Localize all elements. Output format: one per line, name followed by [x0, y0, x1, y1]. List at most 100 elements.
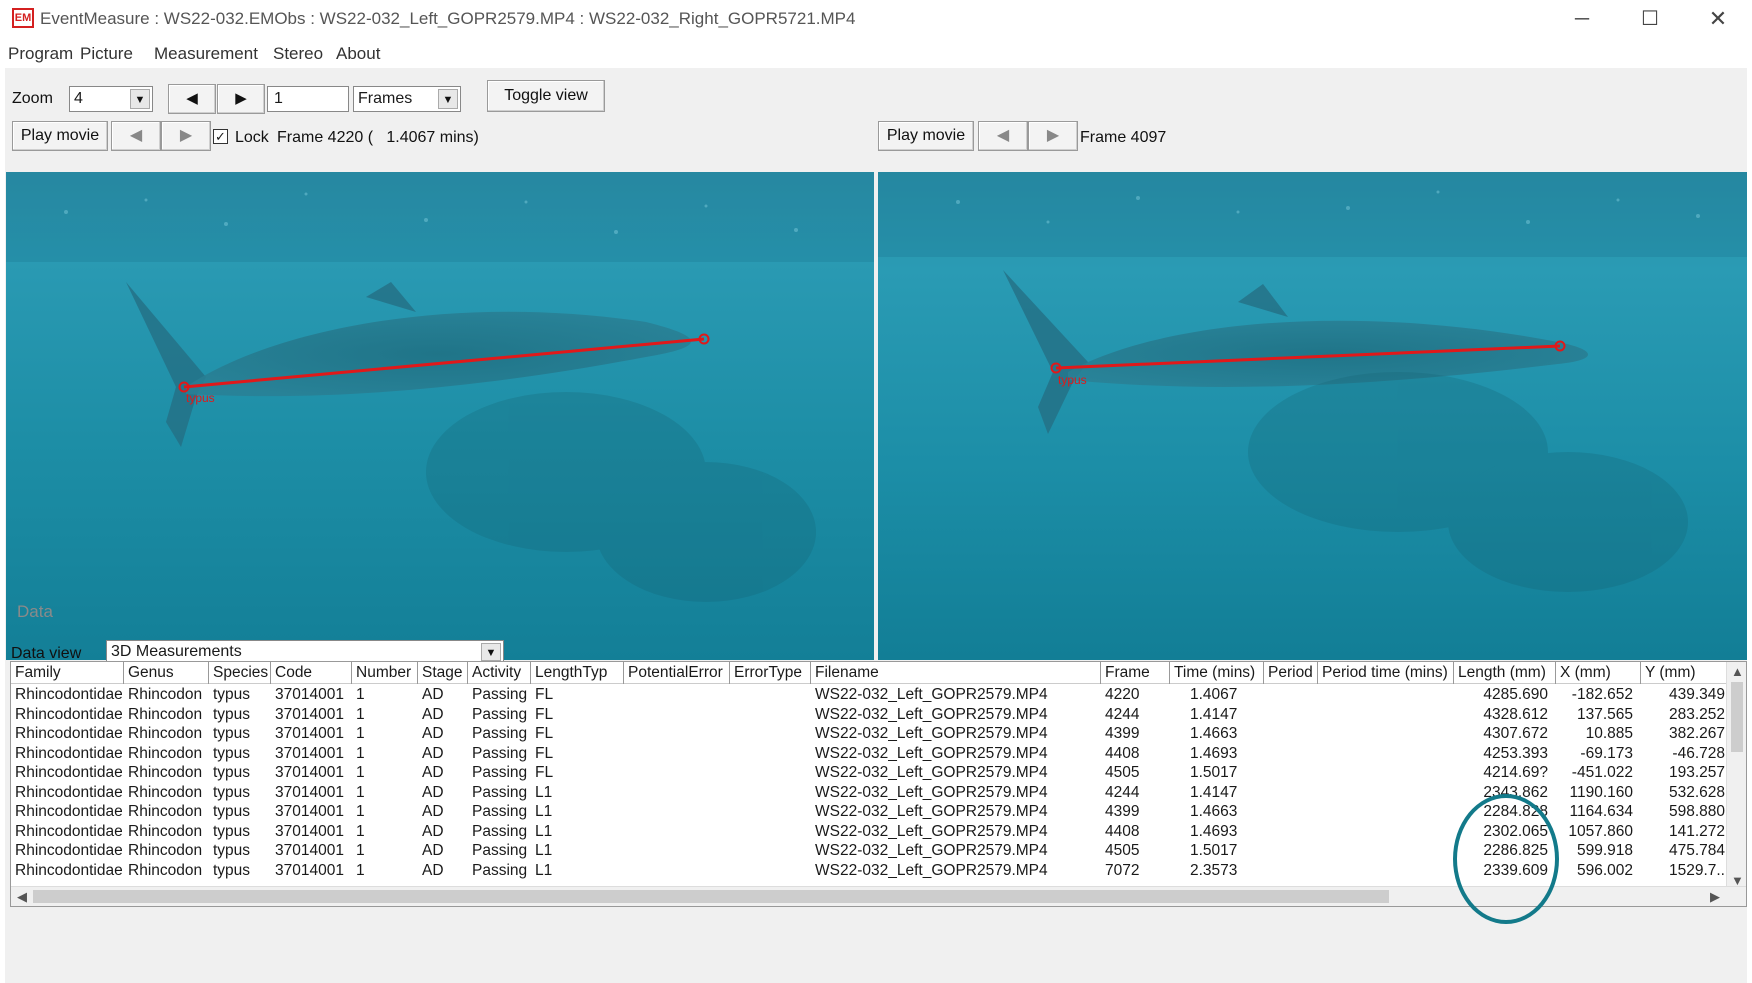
column-header[interactable]: Period [1264, 662, 1318, 684]
right-play-movie-button[interactable]: Play movie [878, 121, 974, 151]
column-header[interactable]: Genus [124, 662, 209, 684]
chevron-down-icon[interactable]: ▼ [438, 89, 458, 109]
column-header[interactable]: Y (mm) [1641, 662, 1733, 684]
column-header[interactable]: Frame [1101, 662, 1170, 684]
step-count-input[interactable]: 1 [267, 86, 349, 112]
column-header[interactable]: Filename [811, 662, 1101, 684]
column-header[interactable]: Activity [468, 662, 531, 684]
left-next-frame-button[interactable]: ▶ [161, 121, 211, 151]
table-cell: Rhincodontidae [15, 783, 122, 801]
column-header[interactable]: Number [352, 662, 418, 684]
table-cell: 4328.612 [1483, 705, 1548, 723]
triangle-right-icon: ▶ [235, 90, 247, 107]
table-row[interactable]: Rhincodontidae Rhincodon typus 37014001 1 AD P… [11, 744, 1733, 764]
table-row[interactable]: Rhincodontidae Rhincodon typus 37014001 1 AD P… [11, 822, 1733, 842]
toggle-view-button[interactable]: Toggle view [487, 80, 605, 112]
table-cell: 37014001 [275, 725, 344, 742]
table-row[interactable]: Rhincodontidae Rhincodon typus 37014001 1 AD P… [11, 841, 1733, 861]
left-frame-info: Frame 4220 ( 1.4067 mins) [277, 129, 479, 146]
column-header[interactable]: ErrorType [730, 662, 811, 684]
lock-checkbox[interactable]: ✓ [213, 129, 228, 144]
horizontal-scrollbar[interactable]: ◀ ▶ [11, 886, 1746, 906]
table-cell: 1190.160 [1569, 783, 1634, 801]
column-header[interactable]: Stage [418, 662, 468, 684]
left-play-movie-button[interactable]: Play movie [12, 121, 108, 151]
table-cell: 37014001 [275, 764, 344, 781]
maximize-icon[interactable]: ☐ [1622, 2, 1678, 36]
menu-about[interactable]: About [336, 44, 380, 64]
column-header[interactable]: PotentialError [624, 662, 730, 684]
left-measure-label: typus [186, 391, 215, 405]
vertical-scroll-thumb[interactable] [1731, 682, 1743, 752]
table-row[interactable]: Rhincodontidae Rhincodon typus 37014001 1 AD P… [11, 783, 1733, 803]
table-row[interactable]: Rhincodontidae Rhincodon typus 37014001 1 AD P… [11, 685, 1733, 705]
table-cell: 7072 [1105, 861, 1140, 879]
column-header[interactable]: X (mm) [1556, 662, 1641, 684]
table-row[interactable]: Rhincodontidae Rhincodon typus 37014001 1 AD P… [11, 763, 1733, 783]
table-cell: typus [213, 764, 251, 781]
menu-program[interactable]: Program [8, 44, 73, 64]
window-title: EventMeasure : WS22-032.EMObs : WS22-032… [40, 9, 856, 28]
table-cell: 1 [356, 764, 365, 781]
table-row[interactable]: Rhincodontidae Rhincodon typus 37014001 1 AD P… [11, 861, 1733, 881]
menu-measurement[interactable]: Measurement [154, 44, 258, 64]
column-header[interactable]: Family [11, 662, 124, 684]
table-cell: typus [213, 686, 251, 703]
close-icon[interactable]: ✕ [1690, 2, 1746, 36]
table-row[interactable]: Rhincodontidae Rhincodon typus 37014001 1 AD P… [11, 724, 1733, 744]
lock-label: Lock [235, 129, 269, 146]
measurements-table[interactable]: Family Genus Species Code Number Stage A… [10, 661, 1747, 907]
column-header[interactable]: Code [271, 662, 352, 684]
zoom-value: 4 [74, 90, 83, 107]
menu-stereo[interactable]: Stereo [273, 44, 323, 64]
right-video-view[interactable]: typus [878, 172, 1747, 660]
table-cell: AD [422, 725, 444, 742]
chevron-down-icon[interactable]: ▼ [481, 643, 501, 661]
table-row[interactable]: Rhincodontidae Rhincodon typus 37014001 1 AD P… [11, 705, 1733, 725]
zoom-select[interactable]: 4 ▼ [69, 86, 153, 112]
table-cell: Rhincodon [128, 803, 203, 820]
column-header[interactable]: Length (mm) [1454, 662, 1556, 684]
prev-step-button[interactable]: ◀ [168, 84, 216, 114]
vertical-scrollbar[interactable]: ▲ ▼ [1726, 662, 1746, 888]
column-header[interactable]: Time (mins) [1170, 662, 1264, 684]
table-cell: 4220 [1105, 686, 1140, 703]
table-cell: Rhincodontidae [15, 686, 122, 703]
table-cell: Passing [472, 861, 528, 879]
table-cell: WS22-032_Left_GOPR2579.MP4 [815, 822, 1048, 840]
table-cell: 439.349 [1668, 686, 1725, 703]
next-step-button[interactable]: ▶ [217, 84, 265, 114]
table-cell: Rhincodontidae [15, 705, 122, 723]
table-cell: WS22-032_Left_GOPR2579.MP4 [815, 725, 1048, 742]
table-cell: 4307.672 [1483, 725, 1548, 742]
table-cell: Rhincodon [128, 764, 203, 781]
left-video-view[interactable]: typus [6, 172, 874, 660]
column-header[interactable]: LengthTyp [531, 662, 624, 684]
left-prev-frame-button[interactable]: ◀ [111, 121, 161, 151]
scroll-left-icon[interactable]: ◀ [17, 889, 27, 905]
table-cell: typus [213, 705, 251, 723]
scroll-up-icon[interactable]: ▲ [1731, 664, 1744, 679]
menu-picture[interactable]: Picture [80, 44, 133, 64]
horizontal-scroll-thumb[interactable] [33, 890, 1389, 903]
triangle-left-icon: ◀ [186, 90, 198, 107]
table-row[interactable]: Rhincodontidae Rhincodon typus 37014001 1 AD P… [11, 802, 1733, 822]
column-header[interactable]: Species [209, 662, 271, 684]
table-cell: 37014001 [275, 744, 344, 762]
table-cell: Passing [472, 686, 528, 703]
table-cell: 1 [356, 861, 365, 879]
step-unit-select[interactable]: Frames ▼ [353, 86, 461, 112]
minimize-icon[interactable]: ─ [1554, 2, 1610, 36]
column-header[interactable]: Period time (mins) [1318, 662, 1454, 684]
table-cell: Rhincodon [128, 822, 203, 840]
table-cell: 1 [356, 686, 365, 703]
table-cell: Rhincodon [128, 725, 203, 742]
chevron-down-icon[interactable]: ▼ [130, 89, 150, 109]
table-cell: Rhincodon [128, 783, 203, 801]
right-next-frame-button[interactable]: ▶ [1028, 121, 1078, 151]
table-cell: -451.022 [1571, 764, 1633, 781]
scroll-right-icon[interactable]: ▶ [1710, 889, 1720, 905]
table-cell: AD [422, 842, 444, 859]
table-cell: WS22-032_Left_GOPR2579.MP4 [815, 764, 1048, 781]
right-prev-frame-button[interactable]: ◀ [978, 121, 1028, 151]
